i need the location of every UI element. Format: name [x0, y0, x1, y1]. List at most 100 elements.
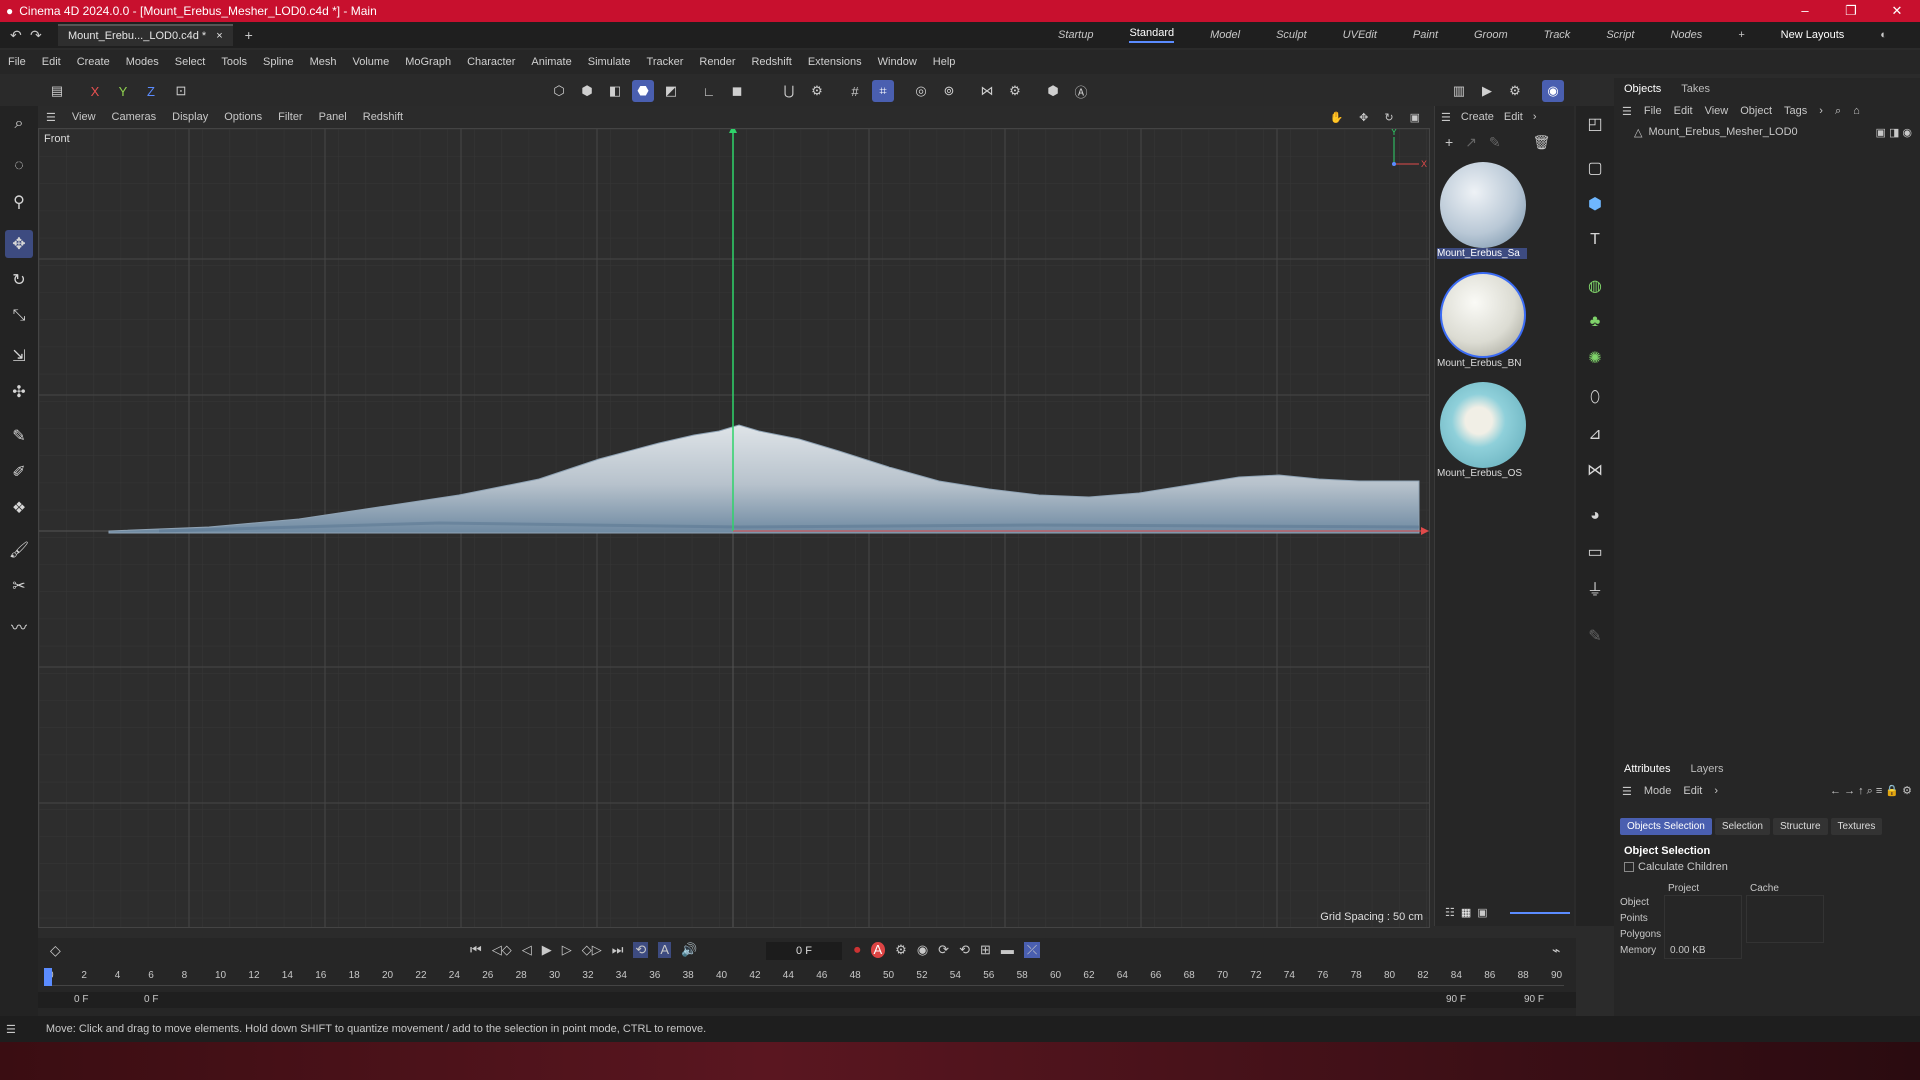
large-view-icon[interactable]: ▣ — [1477, 906, 1487, 919]
layout-model[interactable]: Model — [1210, 29, 1240, 41]
chevron-right-icon[interactable]: › — [1819, 105, 1823, 117]
solo-icon[interactable]: ◼ — [726, 80, 748, 102]
tab-layers[interactable]: Layers — [1690, 763, 1723, 775]
go-to-end-icon[interactable]: ⏭ — [612, 942, 624, 958]
material-item[interactable]: Mount_Erebus_BN — [1435, 272, 1531, 369]
menu-character[interactable]: Character — [467, 56, 515, 68]
vp-menu-filter[interactable]: Filter — [278, 111, 302, 123]
menu-spline[interactable]: Spline — [263, 56, 294, 68]
viewport-solo-icon[interactable]: ⊚ — [938, 80, 960, 102]
tab-takes[interactable]: Takes — [1681, 83, 1710, 95]
material-menu-create[interactable]: Create — [1461, 111, 1494, 123]
mograph-tool-icon[interactable]: ❖ — [5, 494, 33, 522]
keyframe-icon[interactable]: ◇ — [50, 942, 61, 959]
layout-paint[interactable]: Paint — [1413, 29, 1438, 41]
material-item[interactable]: Mount_Erebus_Sa — [1435, 162, 1531, 259]
vp-menu-display[interactable]: Display — [172, 111, 208, 123]
vp-menu-view[interactable]: View — [72, 111, 96, 123]
maximize-icon[interactable]: ❐ — [1828, 3, 1874, 19]
record-icon[interactable]: ⏺ — [854, 942, 861, 958]
redshift-icon[interactable]: ◉ — [1542, 80, 1564, 102]
trash-icon[interactable]: 🗑 — [1533, 134, 1551, 151]
attr-menu-edit[interactable]: Edit — [1683, 785, 1702, 797]
vp-menu-redshift[interactable]: Redshift — [363, 111, 403, 123]
layout-nodes[interactable]: Nodes — [1670, 29, 1702, 41]
knife-icon[interactable]: ✂ — [5, 572, 33, 600]
autokey-record-icon[interactable]: A — [870, 942, 886, 958]
redo-icon[interactable]: ↷ — [30, 27, 42, 44]
range-start[interactable]: 0 F — [74, 994, 88, 1005]
symmetry-icon[interactable]: ⋈ — [976, 80, 998, 102]
prev-key-icon[interactable]: ◁◇ — [492, 942, 512, 958]
keyframe-settings-icon[interactable]: ⚙ — [895, 942, 907, 958]
field-icon[interactable]: ⊿ — [1581, 420, 1609, 448]
grid-icon[interactable]: # — [844, 80, 866, 102]
key-rotation-icon[interactable]: ⟳ — [938, 942, 949, 958]
symmetry-settings-icon[interactable]: ⚙ — [1004, 80, 1026, 102]
spline-pen-icon[interactable]: ✎ — [5, 422, 33, 450]
y-axis-button[interactable]: Y — [112, 80, 134, 102]
chip-objects-selection[interactable]: Objects Selection — [1620, 818, 1712, 835]
close-icon[interactable]: ✕ — [1874, 3, 1920, 19]
move-icon[interactable]: ✥ — [5, 230, 33, 258]
tab-attributes[interactable]: Attributes — [1624, 763, 1670, 775]
generator-icon[interactable]: ◍ — [1581, 272, 1609, 300]
object-row[interactable]: △ Mount_Erebus_Mesher_LOD0 ▣ ◨ ◉ — [1614, 122, 1920, 142]
move-3d-icon[interactable]: ⇲ — [5, 342, 33, 370]
sculpt-icon[interactable]: 〰 — [5, 612, 33, 640]
effector-icon[interactable]: ✺ — [1581, 344, 1609, 372]
cloner-icon[interactable]: ♣ — [1581, 308, 1609, 336]
next-frame-icon[interactable]: ▷ — [562, 942, 572, 958]
polygons-mode-icon[interactable]: ◧ — [604, 80, 626, 102]
attributes-hamburger-icon[interactable]: ☰ — [1622, 785, 1632, 798]
search-icon[interactable]: ⌕ — [5, 110, 33, 138]
thumbnail-size-slider[interactable] — [1509, 912, 1570, 914]
material-menu-edit[interactable]: Edit — [1504, 111, 1523, 123]
menu-render[interactable]: Render — [699, 56, 735, 68]
text-icon[interactable]: T — [1581, 226, 1609, 254]
obj-menu-view[interactable]: View — [1705, 105, 1729, 117]
play-icon[interactable]: ▶ — [542, 942, 552, 958]
pan-icon[interactable]: ✋ — [1329, 111, 1343, 124]
workplane-icon[interactable]: ⌗ — [872, 80, 894, 102]
menu-modes[interactable]: Modes — [126, 56, 159, 68]
render-view-icon[interactable]: ▥ — [1448, 80, 1470, 102]
coordinate-system-icon[interactable]: ⊡ — [170, 80, 192, 102]
add-layout-icon[interactable]: + — [1738, 29, 1744, 41]
playhead[interactable] — [44, 968, 52, 986]
layout-startup[interactable]: Startup — [1058, 29, 1093, 41]
obj-menu-tags[interactable]: Tags — [1784, 105, 1807, 117]
sound-icon[interactable]: 🔊 — [681, 942, 697, 958]
key-param-icon[interactable]: ⊞ — [980, 942, 991, 958]
key-pla-icon[interactable]: ▬ — [1001, 942, 1014, 958]
axis-mode-icon[interactable]: ∟ — [698, 80, 720, 102]
list-view-icon[interactable]: ☷ — [1445, 906, 1455, 919]
vp-menu-panel[interactable]: Panel — [319, 111, 347, 123]
calculate-children-checkbox[interactable] — [1624, 862, 1634, 872]
obj-menu-file[interactable]: File — [1644, 105, 1662, 117]
obj-menu-object[interactable]: Object — [1740, 105, 1772, 117]
menu-create[interactable]: Create — [77, 56, 110, 68]
uv-mode-icon[interactable]: ◩ — [660, 80, 682, 102]
menu-animate[interactable]: Animate — [531, 56, 571, 68]
viewport[interactable]: Y X Front Grid Spacing : 50 cm — [38, 128, 1430, 928]
vp-menu-cameras[interactable]: Cameras — [112, 111, 157, 123]
modeling-icon[interactable]: ⬢ — [1042, 80, 1064, 102]
menu-extensions[interactable]: Extensions — [808, 56, 862, 68]
obj-menu-edit[interactable]: Edit — [1674, 105, 1693, 117]
minimize-icon[interactable]: – — [1782, 3, 1828, 19]
orbit-icon[interactable]: ↻ — [1384, 111, 1393, 124]
menu-select[interactable]: Select — [175, 56, 206, 68]
nav-icons[interactable]: ← → ↑ ⌕ ≡ 🔒 ⚙ — [1830, 784, 1912, 798]
menu-mesh[interactable]: Mesh — [310, 56, 337, 68]
autokey-mode-icon[interactable]: A — [658, 942, 671, 958]
menu-help[interactable]: Help — [933, 56, 956, 68]
chevron-right-icon[interactable]: › — [1533, 111, 1537, 123]
document-tab[interactable]: Mount_Erebu..._LOD0.c4d * × — [58, 24, 233, 46]
scale-icon[interactable]: ⤡ — [5, 302, 33, 330]
menu-mograph[interactable]: MoGraph — [405, 56, 451, 68]
viewport-canvas[interactable]: Y X — [39, 129, 1430, 928]
camera-icon[interactable]: ▭ — [1581, 538, 1609, 566]
layout-track[interactable]: Track — [1544, 29, 1571, 41]
next-key-icon[interactable]: ◇▷ — [582, 942, 602, 958]
